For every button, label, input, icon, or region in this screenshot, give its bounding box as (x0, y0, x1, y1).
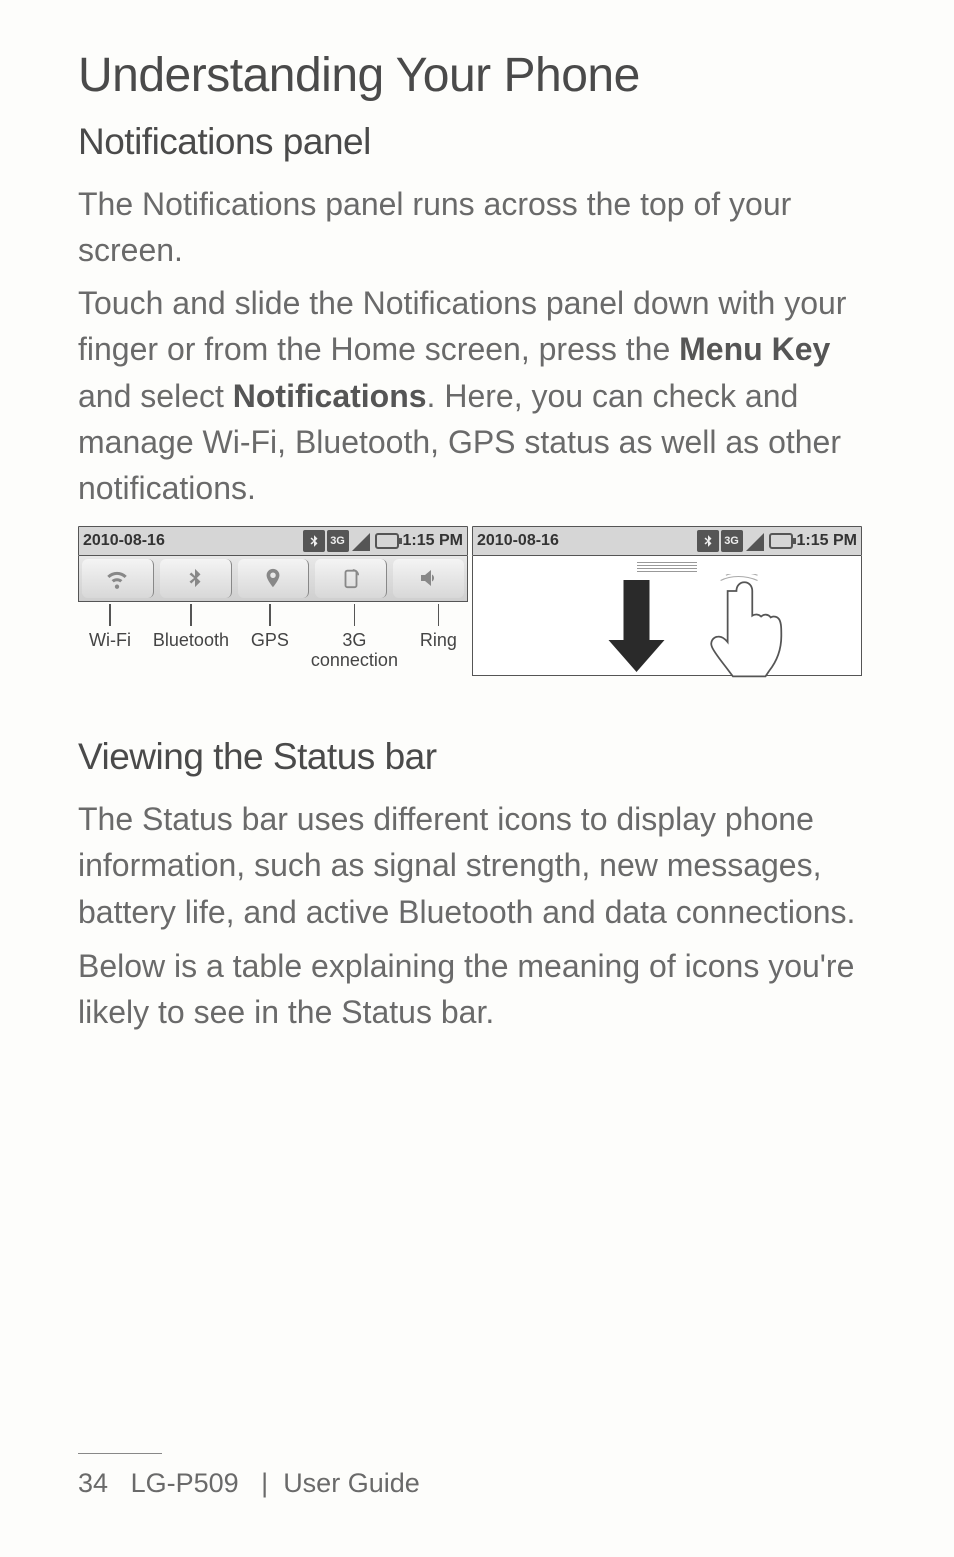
callout-ring: Ring (420, 604, 457, 671)
threeg-status-icon-right: 3G (721, 530, 743, 552)
battery-icon (375, 533, 399, 549)
notif-para-1: The Notifications panel runs across the … (78, 181, 876, 274)
figure-swipe-down: 2010-08-16 3G 1:15 PM (472, 526, 862, 676)
status-date: 2010-08-16 (83, 532, 165, 550)
battery-icon-right (769, 533, 793, 549)
callout-bluetooth: Bluetooth (153, 604, 229, 671)
footer-divider (78, 1453, 162, 1454)
callout-threeg-label2: connection (311, 650, 398, 671)
callout-gps: GPS (251, 604, 289, 671)
callout-gps-label: GPS (251, 630, 289, 651)
figure-toggles: 2010-08-16 3G 1:15 PM (78, 526, 468, 676)
bluetooth-status-icon-right (697, 530, 719, 552)
ring-toggle[interactable] (393, 559, 464, 598)
page-title: Understanding Your Phone (78, 48, 876, 103)
notif-para-2: Touch and slide the Notifications panel … (78, 280, 876, 512)
page-footer: 34 LG-P509 | User Guide (0, 1453, 954, 1499)
status-bar-right: 2010-08-16 3G 1:15 PM (472, 526, 862, 556)
page-number: 34 (78, 1468, 108, 1498)
status-time: 1:15 PM (403, 532, 463, 550)
guide-label: User Guide (283, 1468, 420, 1498)
callout-wifi-label: Wi-Fi (89, 630, 131, 651)
swipe-area[interactable] (472, 556, 862, 676)
model-name: LG-P509 (131, 1468, 239, 1498)
gps-toggle[interactable] (238, 559, 310, 598)
arrow-down-icon (623, 580, 664, 672)
footer-separator: | (261, 1468, 268, 1498)
notif-para-2b: and select (78, 378, 233, 414)
drag-handle-icon[interactable] (637, 562, 697, 572)
callout-wifi: Wi-Fi (89, 604, 131, 671)
notification-figures: 2010-08-16 3G 1:15 PM (78, 526, 876, 676)
bluetooth-toggle[interactable] (160, 559, 232, 598)
callout-threeg-label1: 3G (342, 630, 366, 651)
callout-threeg: 3G connection (311, 604, 398, 671)
hand-pointer-icon (703, 574, 791, 682)
section-heading-notifications: Notifications panel (78, 121, 876, 163)
toggle-callouts: Wi-Fi Bluetooth GPS 3G connection Ring (78, 604, 468, 671)
signal-icon-right (745, 530, 767, 552)
status-time-right: 1:15 PM (797, 532, 857, 550)
threeg-status-icon: 3G (327, 530, 349, 552)
status-date-right: 2010-08-16 (477, 532, 559, 550)
bluetooth-status-icon (303, 530, 325, 552)
quick-toggle-row (78, 556, 468, 602)
signal-icon (351, 530, 373, 552)
statusbar-para-2: Below is a table explaining the meaning … (78, 943, 876, 1036)
callout-bluetooth-label: Bluetooth (153, 630, 229, 651)
notifications-label: Notifications (233, 378, 427, 414)
menu-key-label: Menu Key (679, 331, 830, 367)
callout-ring-label: Ring (420, 630, 457, 651)
section-heading-statusbar: Viewing the Status bar (78, 736, 876, 778)
wifi-toggle[interactable] (82, 559, 154, 598)
statusbar-para-1: The Status bar uses different icons to d… (78, 796, 876, 935)
status-bar-left: 2010-08-16 3G 1:15 PM (78, 526, 468, 556)
threeg-toggle[interactable] (315, 559, 387, 598)
